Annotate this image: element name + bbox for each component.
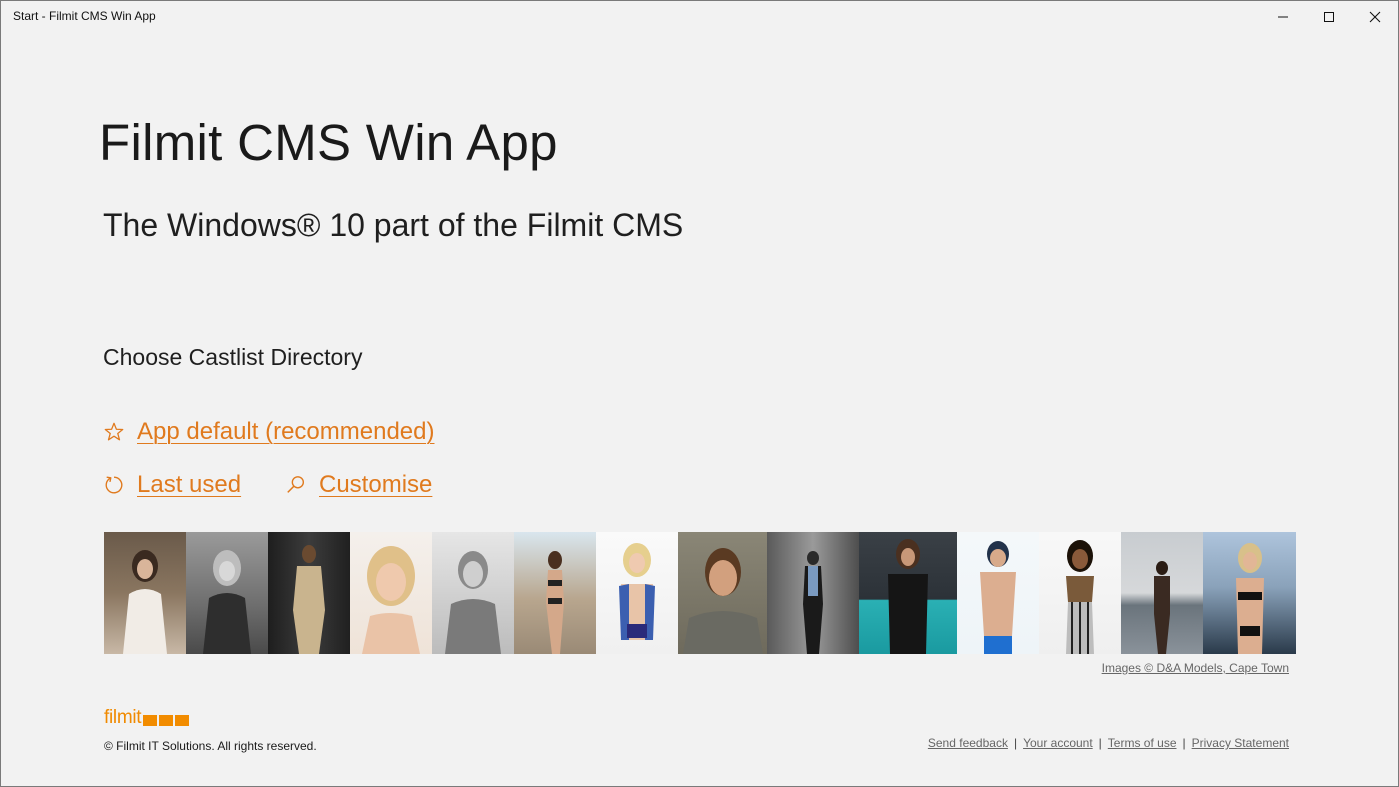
logo-square (159, 715, 174, 726)
minimize-button[interactable] (1260, 1, 1306, 33)
model-photo (350, 532, 432, 654)
page-title: Filmit CMS Win App (99, 114, 558, 171)
model-photo (1121, 532, 1203, 654)
filmit-logo: filmit (104, 707, 190, 728)
privacy-statement-link[interactable]: Privacy Statement (1192, 736, 1289, 750)
model-photo (767, 532, 859, 654)
your-account-link[interactable]: Your account (1023, 736, 1093, 750)
footer-links: Send feedback | Your account | Terms of … (928, 736, 1289, 750)
search-icon (285, 474, 307, 496)
logo-wordmark: filmit (104, 707, 142, 728)
customise-label: Customise (319, 471, 433, 498)
separator: | (1182, 736, 1186, 750)
close-icon (1369, 11, 1381, 23)
app-default-link[interactable]: App default (recommended) (103, 418, 435, 446)
title-bar[interactable]: Start - Filmit CMS Win App (1, 1, 1398, 33)
send-feedback-link[interactable]: Send feedback (928, 736, 1008, 750)
model-photo (1039, 532, 1121, 654)
customise-link[interactable]: Customise (285, 471, 432, 499)
minimize-icon (1278, 16, 1288, 18)
separator: | (1013, 736, 1018, 750)
star-icon (103, 421, 125, 443)
app-window: Start - Filmit CMS Win App Filmit CMS Wi… (0, 0, 1399, 787)
model-photo (1203, 532, 1296, 654)
model-photo (432, 532, 514, 654)
model-photo (596, 532, 678, 654)
terms-of-use-link[interactable]: Terms of use (1108, 736, 1177, 750)
model-photo (957, 532, 1039, 654)
app-default-label: App default (recommended) (137, 418, 435, 445)
copyright-text: © Filmit IT Solutions. All rights reserv… (104, 739, 317, 753)
image-credit-link[interactable]: Images © D&A Models, Cape Town (1102, 661, 1289, 675)
last-used-link[interactable]: Last used (103, 471, 241, 499)
logo-square (175, 715, 190, 726)
close-button[interactable] (1352, 1, 1398, 33)
last-used-label: Last used (137, 471, 242, 498)
section-heading: Choose Castlist Directory (103, 344, 363, 370)
separator: | (1098, 736, 1102, 750)
maximize-icon (1324, 12, 1334, 22)
model-photo (186, 532, 268, 654)
model-photo (859, 532, 957, 654)
model-photo (104, 532, 186, 654)
logo-square (143, 715, 158, 726)
window-title: Start - Filmit CMS Win App (13, 9, 156, 23)
model-photo (514, 532, 596, 654)
maximize-button[interactable] (1306, 1, 1352, 33)
page-subtitle: The Windows® 10 part of the Filmit CMS (103, 207, 684, 243)
model-photo-strip (104, 532, 1296, 654)
refresh-icon (103, 474, 125, 496)
model-photo (268, 532, 350, 654)
model-photo (678, 532, 767, 654)
